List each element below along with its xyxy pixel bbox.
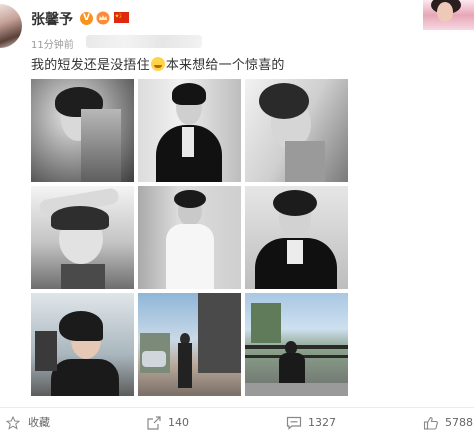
photo-9[interactable] [245,293,348,396]
verified-badge-icon: V [80,12,93,25]
action-bar: 收藏 140 1327 5788 [0,407,474,438]
blurred-source [86,35,202,48]
vip-crown-icon [96,11,110,25]
photo-1[interactable] [31,79,134,182]
favorite-label: 收藏 [28,416,50,429]
like-count: 5788 [445,416,473,429]
laugh-cry-emoji-icon [150,57,165,71]
post-text-part-1: 我的短发还是没捂住 [31,58,150,73]
photo-6[interactable] [245,186,348,289]
author-avatar[interactable] [0,4,22,48]
favorite-button[interactable]: 收藏 [6,414,56,432]
repost-icon [147,416,161,430]
author-name[interactable]: 张馨予 [31,9,73,29]
star-icon [6,416,20,430]
photo-3[interactable] [245,79,348,182]
repost-count: 140 [168,416,189,429]
comment-icon [286,416,302,430]
china-flag-icon [114,12,129,23]
photo-7[interactable] [31,293,134,396]
thumbs-up-icon [423,416,438,430]
repost-button[interactable]: 140 [146,414,196,432]
comment-button[interactable]: 1327 [286,414,346,432]
comment-count: 1327 [308,416,336,429]
photo-8[interactable] [138,293,241,396]
photo-5[interactable] [138,186,241,289]
post-text: 我的短发还是没捂住 本来想给一个惊喜的 [31,54,285,73]
corner-thumbnail [423,0,474,30]
photo-grid [31,79,348,398]
post-time[interactable]: 11分钟前 [31,36,74,51]
like-button[interactable]: 5788 [423,414,473,432]
photo-4[interactable] [31,186,134,289]
photo-2[interactable] [138,79,241,182]
post-text-part-2: 本来想给一个惊喜的 [165,58,285,73]
